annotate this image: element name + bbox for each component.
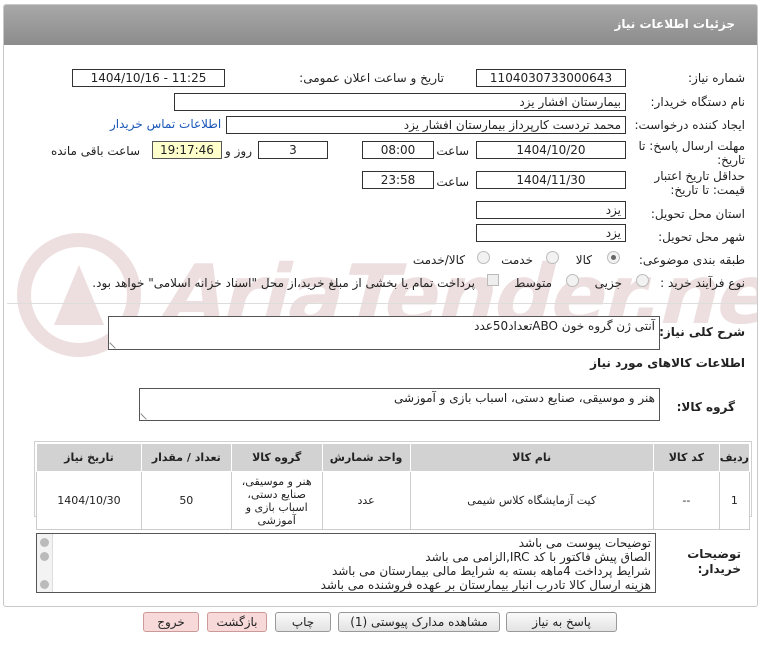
category-option-goods: کالا: [575, 253, 592, 267]
cell-group: هنر و موسیقی، صنایع دستی، اسباب بازی و آ…: [230, 471, 323, 530]
panel-title: جزئیات اطلاعات نیاز: [614, 17, 735, 31]
summary-label: شرح کلی نیاز:: [659, 325, 745, 339]
price-validity-date-field: 1404/11/30: [476, 171, 626, 189]
resize-grip-icon[interactable]: [140, 408, 152, 420]
scroll-down-icon[interactable]: [40, 580, 49, 589]
category-radio-goods-service[interactable]: [477, 251, 490, 264]
notes-textarea[interactable]: توضیحات پیوست می باشد الصاق پیش فاکتور ب…: [36, 533, 656, 593]
col-row-header: ردیف: [718, 443, 751, 472]
price-validity-label-line2: قیمت: تا تاریخ:: [670, 183, 745, 197]
days-field: 3: [258, 141, 328, 159]
panel-header: جزئیات اطلاعات نیاز: [4, 5, 757, 45]
category-option-goods-service: کالا/خدمت: [412, 253, 465, 267]
process-option-medium: متوسط: [514, 276, 552, 290]
category-label: طبقه بندی موضوعی:: [638, 253, 745, 267]
table-row: 1 -- کیت آزمایشگاه کلاس شیمی عدد هنر و م…: [36, 471, 751, 530]
cell-qty: 50: [140, 471, 232, 530]
cell-name: کیت آزمایشگاه کلاس شیمی: [409, 471, 654, 530]
notes-line: هزینه ارسال کالا تادرب انبار بیمارستان ب…: [320, 578, 651, 592]
view-attachments-button[interactable]: مشاهده مدارک پیوستی (1): [338, 612, 500, 632]
notes-lines: توضیحات پیوست می باشد الصاق پیش فاکتور ب…: [321, 536, 651, 592]
price-validity-label-line1: حداقل تاریخ اعتبار: [654, 169, 745, 183]
deadline-label-line2: تاریخ:: [717, 153, 745, 167]
deadline-date-field: 1404/10/20: [476, 141, 626, 159]
remaining-time-field: 19:17:46: [152, 141, 222, 159]
notes-line: توضیحات پیوست می باشد: [518, 536, 651, 550]
buyer-field: بیمارستان افشار یزد: [174, 93, 626, 111]
treasury-checkbox[interactable]: [487, 274, 499, 286]
goods-group-label: گروه کالا:: [676, 400, 735, 414]
divider: [7, 303, 755, 304]
col-date-header: تاریخ نیاز: [36, 443, 142, 472]
cell-row: 1: [718, 471, 751, 530]
process-radio-minor[interactable]: [636, 274, 649, 287]
category-option-service: خدمت: [501, 253, 533, 267]
col-group-header: گروه کالا: [230, 443, 323, 472]
print-button[interactable]: چاپ: [275, 612, 331, 632]
cell-unit: عدد: [321, 471, 411, 530]
category-radio-service[interactable]: [546, 251, 559, 264]
notes-line: الصاق پیش فاکتور با کد IRC,الزامی می باش…: [425, 550, 651, 564]
city-label: شهر محل تحویل:: [658, 230, 745, 244]
treasury-payment-note: پرداخت تمام یا بخشی از مبلغ خرید،از محل …: [92, 276, 475, 290]
price-validity-time-field: 23:58: [362, 171, 434, 189]
scroll-thumb-icon[interactable]: [40, 552, 49, 561]
items-table: ردیف کد کالا نام کالا واحد شمارش گروه کا…: [36, 443, 751, 530]
summary-text: آنتی ژن گروه خون ABOتعداد50عدد: [474, 319, 655, 333]
notes-line: شرایط پرداخت 4ماهه بسته به شرایط مالی بی…: [331, 564, 651, 578]
process-option-minor: جزیی: [594, 276, 622, 290]
notes-label-line1: توضیحات: [687, 547, 741, 561]
province-field: یزد: [476, 201, 626, 219]
summary-textarea[interactable]: آنتی ژن گروه خون ABOتعداد50عدد: [108, 316, 660, 350]
notes-scrollbar[interactable]: [37, 534, 53, 592]
announce-label: تاریخ و ساعت اعلان عمومی:: [299, 71, 444, 85]
creator-field: محمد تردست کارپرداز بیمارستان افشار یزد: [226, 116, 626, 134]
process-label: نوع فرآیند خرید :: [660, 276, 745, 290]
col-code-header: کد کالا: [652, 443, 720, 472]
goods-info-title: اطلاعات کالاهای مورد نیاز: [590, 356, 745, 370]
exit-button[interactable]: خروج: [143, 612, 199, 632]
price-validity-time-label: ساعت: [436, 175, 469, 189]
process-radio-medium[interactable]: [566, 274, 579, 287]
buyer-contact-link[interactable]: اطلاعات تماس خریدار: [110, 117, 221, 131]
need-number-field: 1104030733000643: [476, 69, 626, 87]
notes-label-line2: خریدار:: [697, 562, 741, 576]
city-field: یزد: [476, 224, 626, 242]
announce-field: 1404/10/16 - 11:25: [72, 69, 225, 87]
need-number-label: شماره نیاز:: [688, 71, 745, 85]
back-button[interactable]: بازگشت: [207, 612, 267, 632]
col-qty-header: تعداد / مقدار: [140, 443, 232, 472]
scroll-up-icon[interactable]: [40, 538, 49, 547]
cell-code: --: [652, 471, 720, 530]
category-radio-goods[interactable]: [607, 251, 620, 264]
deadline-label-line1: مهلت ارسال پاسخ: تا: [638, 139, 745, 153]
items-table-header-row: ردیف کد کالا نام کالا واحد شمارش گروه کا…: [36, 443, 751, 472]
resize-grip-icon[interactable]: [109, 337, 121, 349]
goods-group-text: هنر و موسیقی، صنایع دستی، اسباب بازی و آ…: [394, 391, 655, 405]
province-label: استان محل تحویل:: [650, 207, 745, 221]
col-unit-header: واحد شمارش: [321, 443, 411, 472]
remaining-label: ساعت باقی مانده: [50, 144, 140, 158]
creator-label: ایجاد کننده درخواست:: [634, 118, 745, 132]
days-label: روز و: [225, 144, 252, 158]
col-name-header: نام کالا: [409, 443, 654, 472]
deadline-time-label: ساعت: [436, 144, 469, 158]
need-details-panel: جزئیات اطلاعات نیاز AriaTender.net شماره…: [3, 4, 758, 607]
deadline-time-field: 08:00: [362, 141, 434, 159]
buyer-label: نام دستگاه خریدار:: [650, 95, 746, 109]
reply-button[interactable]: پاسخ به نیاز: [506, 612, 617, 632]
goods-group-textarea[interactable]: هنر و موسیقی، صنایع دستی، اسباب بازی و آ…: [139, 388, 660, 421]
cell-date: 1404/10/30: [36, 471, 142, 530]
